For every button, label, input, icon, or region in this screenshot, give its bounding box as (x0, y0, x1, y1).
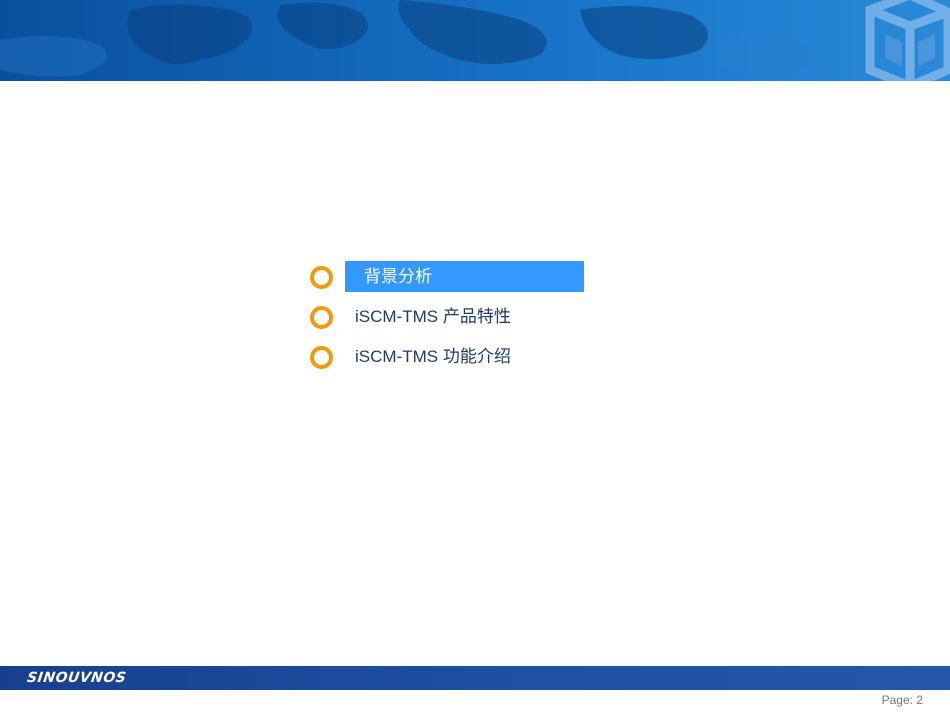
orange-ring-bullet-icon (310, 306, 333, 329)
footer-bar (0, 666, 950, 690)
orange-ring-bullet-icon (310, 346, 333, 369)
agenda-item-features[interactable]: iSCM-TMS 产品特性 (310, 301, 600, 341)
page-number: Page: 2 (881, 693, 923, 707)
agenda-item-label: iSCM-TMS 产品特性 (355, 307, 511, 326)
agenda-item-label: iSCM-TMS 功能介绍 (355, 347, 511, 366)
agenda-item-functions[interactable]: iSCM-TMS 功能介绍 (310, 341, 600, 381)
agenda-list: 背景分析 iSCM-TMS 产品特性 iSCM-TMS 功能介绍 (310, 261, 600, 381)
brand-logo: SINOUVNOS (25, 670, 128, 686)
agenda-item-label: 背景分析 (345, 261, 584, 292)
world-map-graphic (0, 0, 812, 79)
agenda-item-background[interactable]: 背景分析 (310, 261, 600, 301)
cube-logo-icon (865, 0, 950, 81)
orange-ring-bullet-icon (310, 266, 333, 289)
header-banner (0, 0, 950, 81)
